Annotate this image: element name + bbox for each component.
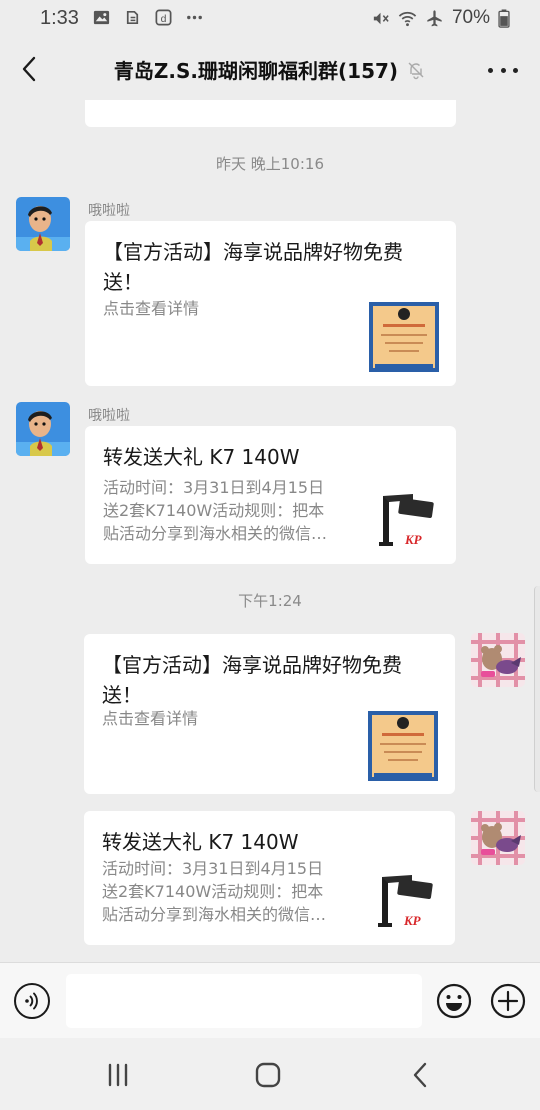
back-button[interactable]: [12, 52, 46, 86]
chat-messages[interactable]: 昨天 晚上10:16 哦啦啦 【官方活动】海享说品牌好物免费送！ 点击查看详情 …: [0, 100, 540, 962]
status-time: 1:33: [40, 7, 79, 29]
card-description: 活动时间：3月31日到4月15日 送2套K7140W活动规则：把本 贴活动分享到…: [102, 857, 362, 926]
avatar[interactable]: [471, 811, 525, 865]
plus-icon: [490, 983, 526, 1019]
recent-apps-icon: [108, 1063, 128, 1087]
title-wrap: 青岛Z.S.珊瑚闲聊福利群(157): [80, 55, 460, 84]
voice-icon: [25, 992, 38, 1010]
wifi-icon: [398, 11, 417, 26]
message-card[interactable]: 【官方活动】海享说品牌好物免费送！ 点击查看详情: [85, 221, 456, 386]
more-dot-icon: [500, 67, 506, 73]
avatar[interactable]: [16, 197, 70, 251]
battery-percent: 70%: [451, 7, 490, 28]
status-icons-left: d: [92, 8, 204, 27]
svg-text:KP: KP: [404, 532, 423, 547]
poster-thumbnail: [368, 711, 438, 781]
chat-title[interactable]: 青岛Z.S.珊瑚闲聊福利群(157): [114, 55, 398, 84]
status-bar: 1:33 d 70%: [0, 0, 540, 38]
timestamp: 下午1:24: [238, 592, 302, 610]
timestamp: 昨天 晚上10:16: [216, 155, 324, 173]
lamp-thumbnail: KP: [369, 486, 439, 556]
scrollbar[interactable]: [534, 586, 540, 792]
card-title: 【官方活动】海享说品牌好物免费送！: [103, 240, 403, 294]
avatar[interactable]: [16, 402, 70, 456]
card-description-line: 活动时间：3月31日到4月15日: [103, 478, 325, 497]
battery-icon: [498, 8, 510, 28]
sender-name: 哦啦啦: [88, 408, 130, 424]
card-description: 点击查看详情: [102, 709, 199, 728]
system-back-button[interactable]: [400, 1060, 440, 1090]
message-card-partial[interactable]: [85, 100, 456, 127]
avatar[interactable]: [471, 633, 525, 687]
plus-button[interactable]: [490, 983, 526, 1019]
card-description-line: 送2套K7140W活动规则：把本: [103, 501, 325, 520]
mute-icon: [373, 12, 389, 24]
chat-header: 青岛Z.S.珊瑚闲聊福利群(157): [0, 38, 540, 100]
message-card[interactable]: 转发送大礼 K7 140W 活动时间：3月31日到4月15日 送2套K7140W…: [85, 426, 456, 564]
more-dot-icon: [513, 67, 518, 73]
sender-name: 哦啦啦: [88, 203, 130, 219]
voice-button[interactable]: [14, 983, 50, 1019]
emoji-button[interactable]: [436, 983, 472, 1019]
back-icon: [413, 1062, 427, 1088]
card-description: 点击查看详情: [103, 299, 200, 318]
poster-thumbnail: [369, 302, 439, 372]
more-dots-icon: [187, 15, 202, 20]
more-options-button[interactable]: [488, 60, 518, 80]
card-title: 转发送大礼 K7 140W: [103, 445, 300, 469]
svg-text:d: d: [161, 14, 167, 25]
card-title: 【官方活动】海享说品牌好物免费送！: [102, 653, 402, 707]
home-icon: [255, 1062, 281, 1088]
message-card[interactable]: 【官方活动】海享说品牌好物免费送！ 点击查看详情: [84, 634, 455, 794]
airplane-icon: [427, 9, 442, 26]
input-bar: [0, 962, 540, 1038]
system-nav-bar: [0, 1038, 540, 1110]
card-description-line: 活动时间：3月31日到4月15日: [102, 859, 324, 878]
message-input[interactable]: [66, 974, 422, 1028]
card-description-line: 贴活动分享到海水相关的微信…: [103, 524, 328, 543]
bell-off-icon: [408, 62, 424, 79]
emoji-icon: [436, 983, 472, 1019]
d-app-icon: d: [155, 9, 172, 26]
recent-apps-button[interactable]: [98, 1060, 138, 1090]
card-description: 活动时间：3月31日到4月15日 送2套K7140W活动规则：把本 贴活动分享到…: [103, 476, 363, 545]
image-icon: [93, 10, 110, 25]
chevron-left-icon: [22, 56, 36, 82]
more-dot-icon: [488, 67, 493, 73]
status-icons-right: 70%: [371, 7, 510, 29]
card-description-line: 贴活动分享到海水相关的微信…: [102, 905, 327, 924]
card-title: 转发送大礼 K7 140W: [102, 830, 299, 854]
home-button[interactable]: [248, 1060, 288, 1090]
notification-icon: [126, 10, 139, 25]
message-card[interactable]: 转发送大礼 K7 140W 活动时间：3月31日到4月15日 送2套K7140W…: [84, 811, 455, 945]
svg-text:KP: KP: [403, 913, 422, 928]
card-description-line: 送2套K7140W活动规则：把本: [102, 882, 324, 901]
lamp-thumbnail: KP: [368, 867, 438, 937]
